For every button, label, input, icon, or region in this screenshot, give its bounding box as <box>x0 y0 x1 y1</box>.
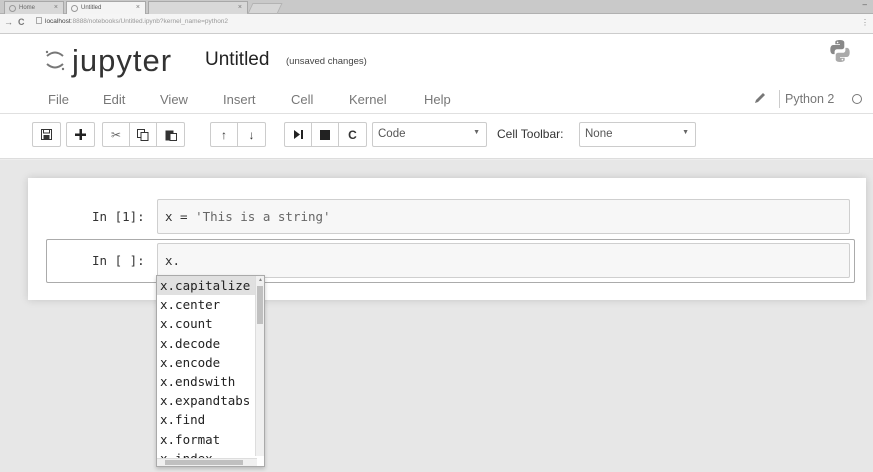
cell-toolbar-select[interactable]: None ▼ <box>579 122 696 147</box>
plus-icon <box>75 129 86 140</box>
move-group: ↑ ↓ <box>210 122 266 147</box>
dropdown-caret-icon: ▼ <box>682 129 689 136</box>
arrow-up-icon: ↑ <box>221 127 227 142</box>
code-input[interactable]: x = 'This is a string' <box>157 199 850 234</box>
code-cell-1[interactable]: In [1]: x = 'This is a string' <box>46 195 855 239</box>
notebook-container: In [1]: x = 'This is a string' In [ ]: x… <box>28 178 866 300</box>
menu-bar: File Edit View Insert Cell Kernel Help P… <box>0 84 873 114</box>
close-icon[interactable]: × <box>54 4 58 11</box>
completion-item[interactable]: x.encode <box>157 353 257 372</box>
copy-button[interactable] <box>130 123 157 146</box>
floppy-disk-icon <box>41 129 52 140</box>
run-cell-button[interactable] <box>285 123 312 146</box>
scrollbar-thumb[interactable] <box>257 286 263 324</box>
step-forward-icon <box>293 130 303 139</box>
cut-button[interactable]: ✂ <box>103 123 130 146</box>
restart-kernel-button[interactable]: C <box>339 123 366 146</box>
browser-tab-bar: Home × Untitled × × – <box>0 0 873 14</box>
logo-text: jupyter <box>72 42 173 78</box>
insert-group <box>66 122 95 147</box>
url-path: :8888/notebooks/Untitled.ipynb?kernel_na… <box>70 18 229 25</box>
reload-icon[interactable]: C <box>18 17 25 27</box>
menu-file[interactable]: File <box>48 92 69 107</box>
menu-help[interactable]: Help <box>424 92 451 107</box>
completion-item[interactable]: x.find <box>157 410 257 429</box>
completion-item[interactable]: x.capitalize <box>157 276 257 296</box>
menu-kernel[interactable]: Kernel <box>349 92 387 107</box>
clipboard-icon <box>165 130 177 141</box>
tab-label: Untitled <box>81 5 102 11</box>
kernel-name: Python 2 <box>785 92 835 106</box>
cell-toolbar-label: Cell Toolbar: <box>497 127 564 141</box>
completion-item[interactable]: x.decode <box>157 334 257 353</box>
dropdown-caret-icon: ▼ <box>473 129 480 136</box>
completion-item[interactable]: x.count <box>157 314 257 333</box>
scrollbar-thumb[interactable] <box>165 460 243 465</box>
url-field[interactable]: localhost:8888/notebooks/Untitled.ipynb?… <box>36 17 228 25</box>
address-bar: → C localhost:8888/notebooks/Untitled.ip… <box>0 14 873 34</box>
jupyter-favicon-icon <box>71 5 78 12</box>
refresh-icon: C <box>348 127 357 142</box>
autocomplete-dropdown[interactable]: x.capitalize x.center x.count x.decode x… <box>156 275 265 467</box>
scissors-icon: ✂ <box>110 127 122 142</box>
stop-icon <box>320 129 330 140</box>
jupyter-logo-icon <box>45 50 65 71</box>
code-input[interactable]: x. <box>157 243 850 278</box>
cell-type-value: Code <box>378 128 406 140</box>
jupyter-logo[interactable]: jupyter <box>44 43 172 77</box>
input-prompt: In [1]: <box>92 209 145 224</box>
save-status: (unsaved changes) <box>286 56 367 67</box>
kernel-idle-indicator-icon <box>852 94 862 104</box>
url-host: localhost <box>45 18 71 25</box>
scroll-up-icon[interactable]: ▲ <box>258 277 263 283</box>
browser-tab-home[interactable]: Home × <box>4 1 64 14</box>
notebook-toolbar: ✂ ↑ ↓ C Code ▼ Cell Toolbar: None ▼ <box>0 114 873 159</box>
forward-arrow-icon[interactable]: → <box>4 17 13 27</box>
menu-cell[interactable]: Cell <box>291 92 313 107</box>
paste-button[interactable] <box>157 123 184 146</box>
kernel-divider <box>779 90 780 108</box>
browser-tab-blank[interactable]: × <box>148 1 248 14</box>
save-button[interactable] <box>33 123 60 146</box>
clipboard-group: ✂ <box>102 122 185 147</box>
move-down-button[interactable]: ↓ <box>238 123 265 146</box>
menu-insert[interactable]: Insert <box>223 92 256 107</box>
input-prompt: In [ ]: <box>92 253 145 268</box>
copy-icon <box>137 128 149 141</box>
save-group <box>32 122 61 147</box>
python-logo-icon <box>830 40 850 62</box>
notebook-header: jupyter Untitled (unsaved changes) <box>0 34 873 84</box>
tab-label: Home <box>19 5 36 11</box>
close-icon[interactable]: × <box>136 4 140 11</box>
code-string: 'This is a string' <box>195 209 331 224</box>
browser-menu-icon[interactable]: ⋮ <box>861 18 869 27</box>
page-icon <box>36 17 42 24</box>
menu-edit[interactable]: Edit <box>103 92 125 107</box>
completion-item[interactable]: x.center <box>157 295 257 314</box>
minimize-icon[interactable]: – <box>863 0 867 9</box>
move-up-button[interactable]: ↑ <box>211 123 238 146</box>
insert-cell-button[interactable] <box>67 123 94 146</box>
interrupt-kernel-button[interactable] <box>312 123 339 146</box>
arrow-down-icon: ↓ <box>248 127 255 142</box>
jupyter-favicon-icon <box>9 5 16 12</box>
cell-toolbar-value: None <box>585 128 613 140</box>
new-tab-button[interactable] <box>247 3 283 14</box>
horizontal-scrollbar[interactable] <box>157 458 257 466</box>
completion-item[interactable]: x.format <box>157 430 257 449</box>
browser-tab-untitled[interactable]: Untitled × <box>66 1 146 14</box>
vertical-scrollbar[interactable]: ▲ <box>255 276 264 456</box>
close-icon[interactable]: × <box>238 4 242 11</box>
notebook-title[interactable]: Untitled <box>205 49 269 71</box>
pencil-icon[interactable] <box>753 91 767 105</box>
cell-type-select[interactable]: Code ▼ <box>372 122 487 147</box>
completion-item[interactable]: x.expandtabs <box>157 391 257 410</box>
code-text: x = <box>165 209 196 224</box>
menu-view[interactable]: View <box>160 92 188 107</box>
completion-item[interactable]: x.endswith <box>157 372 257 391</box>
run-group: C <box>284 122 367 147</box>
